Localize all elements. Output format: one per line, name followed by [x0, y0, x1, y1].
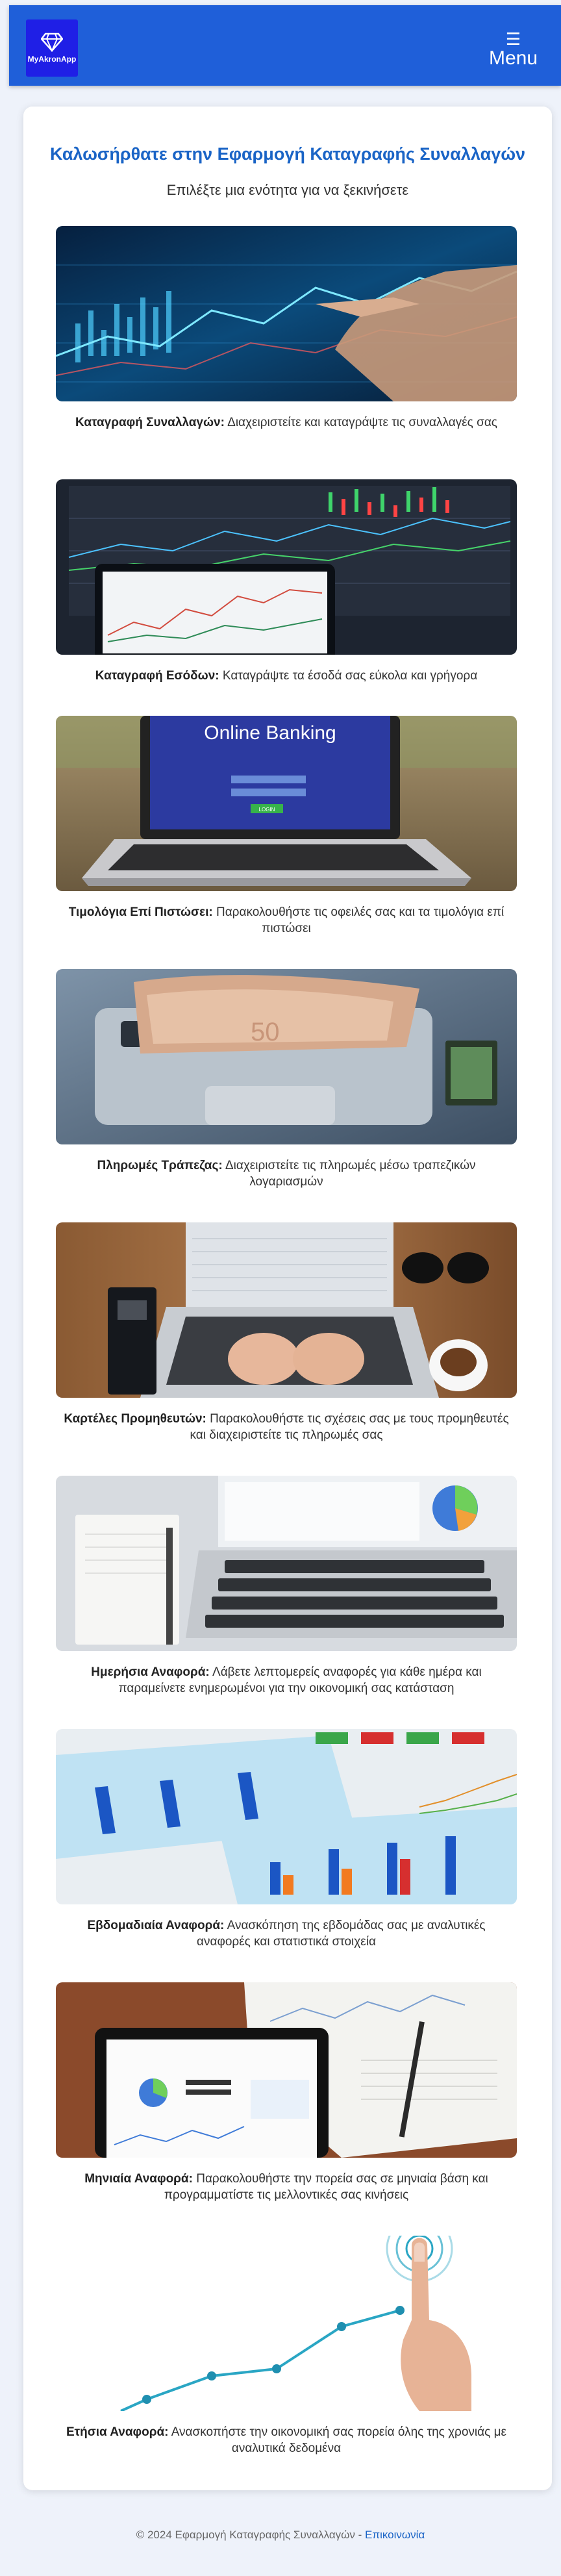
main-card: Καλωσήρθατε στην Εφαρμογή Καταγραφής Συν… [23, 107, 552, 2490]
page-footer: © 2024 Εφαρμογή Καταγραφής Συναλλαγών - … [0, 2529, 561, 2542]
section-suppliers[interactable]: Καρτέλες Προμηθευτών: Παρακολουθήστε τις… [56, 1222, 517, 1443]
app-header: MyAkronApp ☰ Menu [9, 5, 561, 86]
section-name: Καταγραφή Συναλλαγών: [75, 416, 225, 429]
section-daily-report[interactable]: Ημερήσια Αναφορά: Λάβετε λεπτομερείς ανα… [56, 1476, 517, 1697]
monthly-report-caption: Μηνιαία Αναφορά: Παρακολουθήστε την πορε… [56, 2171, 517, 2203]
banking-screen-title: Online Banking [204, 722, 336, 744]
bank-payments-image: 50 [56, 969, 517, 1144]
credit-invoices-image: Online Banking LOGIN [56, 716, 517, 891]
diamond-icon [41, 32, 63, 52]
svg-text:50: 50 [251, 1018, 280, 1046]
yearly-report-caption: Ετήσια Αναφορά: Ανασκοπήστε την οικονομι… [56, 2424, 517, 2456]
income-caption: Καταγραφή Εσόδων: Καταγράψτε τα έσοδά σα… [56, 668, 517, 684]
footer-copyright: © 2024 Εφαρμογή Καταγραφής Συναλλαγών - [136, 2529, 366, 2541]
section-desc: Παρακολουθήστε τις σχέσεις σας με τους π… [190, 1412, 509, 1442]
monthly-report-image [56, 1982, 517, 2158]
banking-login-button: LOGIN [259, 807, 275, 813]
credit-invoices-caption: Τιμολόγια Επί Πιστώσει: Παρακολουθήστε τ… [56, 904, 517, 937]
hamburger-icon: ☰ [505, 29, 521, 49]
section-credit-invoices[interactable]: Online Banking LOGIN Τιμολόγια Επί Πιστώ… [56, 716, 517, 937]
transactions-image [56, 226, 517, 401]
page-title: Καλωσήρθατε στην Εφαρμογή Καταγραφής Συν… [49, 144, 526, 164]
page-subtitle: Επιλέξτε μια ενότητα για να ξεκινήσετε [166, 182, 409, 198]
daily-report-caption: Ημερήσια Αναφορά: Λάβετε λεπτομερείς ανα… [56, 1664, 517, 1697]
section-monthly-report[interactable]: Μηνιαία Αναφορά: Παρακολουθήστε την πορε… [56, 1982, 517, 2203]
section-name: Εβδομαδιαία Αναφορά: [87, 1919, 225, 1932]
suppliers-image [56, 1222, 517, 1398]
yearly-report-image [56, 2236, 517, 2411]
section-name: Μηνιαία Αναφορά: [84, 2172, 193, 2186]
section-desc: Παρακολουθήστε την πορεία σας σε μηνιαία… [164, 2172, 488, 2202]
logo-text: MyAkronApp [27, 55, 77, 64]
bank-payments-caption: Πληρωμές Τράπεζας: Διαχειριστείτε τις πλ… [56, 1157, 517, 1190]
menu-label: Menu [488, 47, 538, 69]
section-transactions[interactable]: Καταγραφή Συναλλαγών: Διαχειριστείτε και… [56, 226, 517, 431]
section-desc: Ανασκοπήστε την οικονομική σας πορεία όλ… [168, 2425, 506, 2455]
transactions-caption: Καταγραφή Συναλλαγών: Διαχειριστείτε και… [56, 414, 517, 431]
section-yearly-report[interactable]: Ετήσια Αναφορά: Ανασκοπήστε την οικονομι… [56, 2236, 517, 2456]
weekly-report-caption: Εβδομαδιαία Αναφορά: Ανασκόπηση της εβδο… [56, 1917, 517, 1950]
suppliers-caption: Καρτέλες Προμηθευτών: Παρακολουθήστε τις… [56, 1411, 517, 1443]
section-name: Καρτέλες Προμηθευτών: [64, 1412, 206, 1426]
section-bank-payments[interactable]: 50 Πληρωμές Τράπεζας: Διαχειριστείτε τις… [56, 969, 517, 1190]
income-image [56, 479, 517, 655]
section-desc: Ανασκόπηση της εβδομάδας σας με αναλυτικ… [197, 1919, 486, 1949]
section-desc: Διαχειριστείτε και καταγράψτε τις συναλλ… [224, 416, 497, 429]
contact-link[interactable]: Επικοινωνία [365, 2529, 425, 2541]
section-desc: Διαχειριστείτε τις πληρωμές μέσω τραπεζι… [222, 1159, 476, 1189]
section-income[interactable]: Καταγραφή Εσόδων: Καταγράψτε τα έσοδά σα… [56, 479, 517, 684]
section-weekly-report[interactable]: Εβδομαδιαία Αναφορά: Ανασκόπηση της εβδο… [56, 1729, 517, 1950]
menu-button[interactable]: ☰ Menu [489, 31, 538, 70]
weekly-report-image [56, 1729, 517, 1904]
section-desc: Καταγράψτε τα έσοδά σας εύκολα και γρήγο… [219, 669, 478, 683]
section-name: Πληρωμές Τράπεζας: [97, 1159, 223, 1172]
daily-report-image [56, 1476, 517, 1651]
section-name: Τιμολόγια Επί Πιστώσει: [68, 905, 213, 919]
section-name: Ετήσια Αναφορά: [66, 2425, 169, 2439]
app-logo[interactable]: MyAkronApp [26, 19, 78, 77]
section-desc: Παρακολουθήστε τις οφειλές σας και τα τι… [212, 905, 505, 935]
section-name: Καταγραφή Εσόδων: [95, 669, 219, 683]
section-name: Ημερήσια Αναφορά: [91, 1665, 210, 1679]
